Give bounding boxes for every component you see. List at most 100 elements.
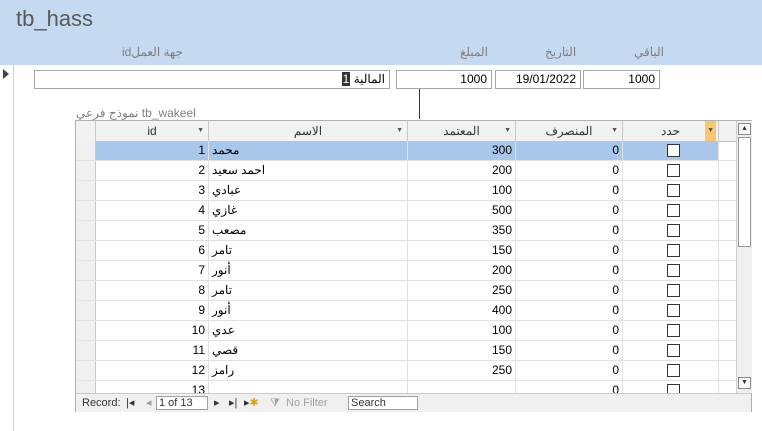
cell-spent[interactable]: 0: [516, 221, 623, 240]
cell-id[interactable]: 11: [96, 341, 209, 360]
row-selector[interactable]: [76, 181, 96, 200]
table-row[interactable]: 1 محمد 300 0: [76, 141, 736, 161]
select-checkbox[interactable]: [667, 184, 680, 197]
cell-approved[interactable]: 100: [408, 321, 516, 340]
row-selector[interactable]: [76, 361, 96, 380]
cell-name[interactable]: أنور: [209, 301, 408, 320]
remaining-field[interactable]: 1000: [583, 70, 660, 89]
cell-spent[interactable]: 0: [516, 201, 623, 220]
record-position-input[interactable]: 1 of 13: [156, 396, 208, 410]
table-row[interactable]: 4 غازي 500 0: [76, 201, 736, 221]
cell-name[interactable]: تامر: [209, 241, 408, 260]
table-row[interactable]: 8 تامر 250 0: [76, 281, 736, 301]
amount-field[interactable]: 1000: [396, 70, 492, 89]
filter-icon[interactable]: ⧩: [270, 394, 280, 412]
scroll-thumb[interactable]: [738, 137, 751, 247]
last-record-icon[interactable]: ▸|: [229, 394, 237, 412]
select-cell[interactable]: [623, 341, 719, 360]
record-selector[interactable]: [0, 65, 14, 431]
select-cell[interactable]: [623, 241, 719, 260]
cell-spent[interactable]: 0: [516, 361, 623, 380]
cell-approved[interactable]: 200: [408, 261, 516, 280]
cell-spent[interactable]: 0: [516, 301, 623, 320]
select-checkbox[interactable]: [667, 224, 680, 237]
row-selector[interactable]: [76, 201, 96, 220]
previous-record-icon[interactable]: ◂: [146, 394, 152, 412]
cell-approved[interactable]: 300: [408, 141, 516, 160]
cell-spent[interactable]: 0: [516, 161, 623, 180]
col-header-id[interactable]: id ▼: [96, 121, 209, 141]
select-cell[interactable]: [623, 181, 719, 200]
select-cell[interactable]: [623, 261, 719, 280]
select-checkbox[interactable]: [667, 144, 680, 157]
table-row[interactable]: 3 عبادي 100 0: [76, 181, 736, 201]
row-selector[interactable]: [76, 301, 96, 320]
cell-spent[interactable]: 0: [516, 181, 623, 200]
col-header-approved[interactable]: المعتمد ▼: [408, 121, 516, 141]
scroll-up-icon[interactable]: ▲: [738, 123, 751, 135]
table-row[interactable]: 6 تامر 150 0: [76, 241, 736, 261]
cell-approved[interactable]: 150: [408, 341, 516, 360]
select-checkbox[interactable]: [667, 264, 680, 277]
cell-spent[interactable]: 0: [516, 281, 623, 300]
select-all-corner[interactable]: [76, 121, 96, 141]
select-checkbox[interactable]: [667, 344, 680, 357]
cell-id[interactable]: 5: [96, 221, 209, 240]
date-field[interactable]: 19/01/2022: [495, 70, 581, 89]
cell-name[interactable]: احمد سعيد: [209, 161, 408, 180]
cell-id[interactable]: 10: [96, 321, 209, 340]
cell-id[interactable]: 3: [96, 181, 209, 200]
no-filter-label[interactable]: No Filter: [286, 394, 328, 412]
table-row[interactable]: 7 أنور 200 0: [76, 261, 736, 281]
select-checkbox[interactable]: [667, 304, 680, 317]
table-row[interactable]: 10 عدي 100 0: [76, 321, 736, 341]
cell-id[interactable]: 9: [96, 301, 209, 320]
cell-id[interactable]: 8: [96, 281, 209, 300]
cell-spent[interactable]: 0: [516, 321, 623, 340]
row-selector[interactable]: [76, 261, 96, 280]
table-row[interactable]: 11 قصي 150 0: [76, 341, 736, 361]
cell-spent[interactable]: 0: [516, 141, 623, 160]
cell-approved[interactable]: 250: [408, 281, 516, 300]
row-selector[interactable]: [76, 321, 96, 340]
cell-approved[interactable]: 400: [408, 301, 516, 320]
cell-id[interactable]: 2: [96, 161, 209, 180]
select-checkbox[interactable]: [667, 324, 680, 337]
table-row[interactable]: 9 أنور 400 0: [76, 301, 736, 321]
dropdown-arrow-icon[interactable]: ▼: [197, 121, 204, 141]
select-cell[interactable]: [623, 281, 719, 300]
select-cell[interactable]: [623, 141, 719, 160]
cell-approved[interactable]: 100: [408, 181, 516, 200]
new-record-icon[interactable]: ▸✱: [244, 394, 259, 412]
cell-approved[interactable]: 250: [408, 361, 516, 380]
cell-name[interactable]: محمد: [209, 141, 408, 160]
dropdown-arrow-icon[interactable]: ▼: [396, 121, 403, 141]
dropdown-arrow-icon[interactable]: ▼: [504, 121, 511, 141]
table-row[interactable]: 5 مصعب 350 0: [76, 221, 736, 241]
row-selector[interactable]: [76, 161, 96, 180]
cell-id[interactable]: 1: [96, 141, 209, 160]
table-row[interactable]: 12 رامز 250 0: [76, 361, 736, 381]
col-header-spent[interactable]: المنصرف ▼: [516, 121, 623, 141]
col-header-name[interactable]: الاسم ▼: [209, 121, 408, 141]
cell-name[interactable]: عبادي: [209, 181, 408, 200]
select-cell[interactable]: [623, 161, 719, 180]
select-checkbox[interactable]: [667, 284, 680, 297]
row-selector[interactable]: [76, 221, 96, 240]
search-input[interactable]: Search: [348, 396, 418, 410]
select-checkbox[interactable]: [667, 364, 680, 377]
cell-name[interactable]: رامز: [209, 361, 408, 380]
cell-id[interactable]: 6: [96, 241, 209, 260]
select-cell[interactable]: [623, 221, 719, 240]
cell-id[interactable]: 7: [96, 261, 209, 280]
select-checkbox[interactable]: [667, 204, 680, 217]
col-header-select[interactable]: حدد ▼: [623, 121, 719, 141]
cell-name[interactable]: غازي: [209, 201, 408, 220]
dropdown-arrow-icon[interactable]: ▼: [705, 121, 716, 141]
entity-field[interactable]: المالية 1: [34, 70, 390, 89]
cell-id[interactable]: 12: [96, 361, 209, 380]
row-selector[interactable]: [76, 141, 96, 160]
cell-name[interactable]: عدي: [209, 321, 408, 340]
select-checkbox[interactable]: [667, 164, 680, 177]
select-cell[interactable]: [623, 361, 719, 380]
